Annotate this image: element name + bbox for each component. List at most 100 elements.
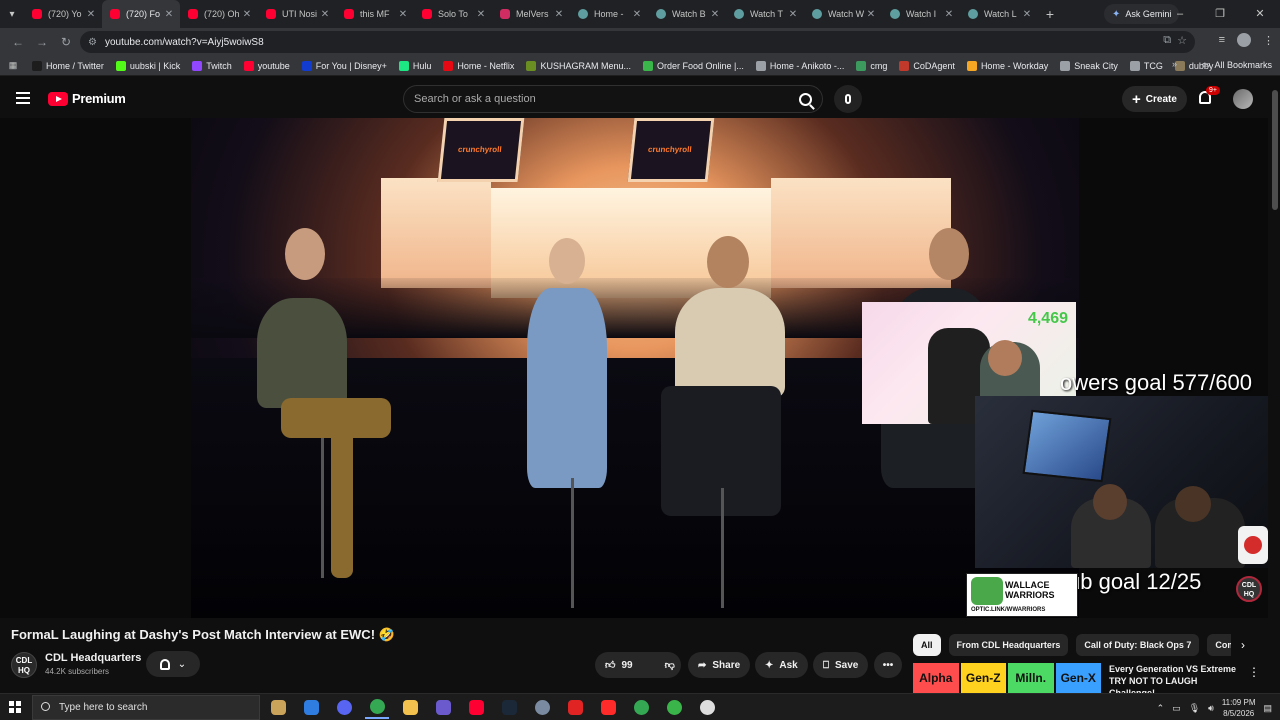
browser-tab[interactable]: (720) Oh ✕ [180,0,258,28]
volume-icon[interactable]: 🔊︎ [1208,703,1214,714]
youtube-premium-logo[interactable]: Premium [48,91,126,106]
tab-search-dropdown-icon[interactable]: ▾ [0,0,24,28]
apps-grid-icon[interactable]: ▦ [0,60,26,71]
search-input[interactable]: Search or ask a question [403,85,823,113]
ask-button[interactable]: ✦ Ask [755,652,808,678]
taskbar-app-button[interactable] [662,696,686,719]
bookmark-item[interactable]: Home - Netflix [437,60,520,71]
recommended-video-thumbnail[interactable]: Alpha Gen-Z Milln. Gen-X [913,663,1103,693]
clock[interactable]: 11:09 PM 8/5/2026 [1222,697,1256,719]
taskbar-search-input[interactable]: Type here to search [32,695,260,720]
taskbar-app-button[interactable] [332,696,356,719]
close-tab-icon[interactable]: ✕ [942,9,956,20]
taskbar-app-button[interactable] [497,696,521,719]
like-button[interactable]: 👍︎ 99 [595,652,643,678]
bookmark-item[interactable]: Sneak City [1054,60,1124,71]
media-controls-icon[interactable]: ≡ [1219,34,1225,46]
restore-icon[interactable]: ❐ [1200,0,1240,28]
close-tab-icon[interactable]: ✕ [396,9,410,20]
subscription-bell-button[interactable]: ⌄ [146,651,200,677]
close-tab-icon[interactable]: ✕ [474,9,488,20]
close-tab-icon[interactable]: ✕ [84,9,98,20]
bookmark-item[interactable]: Twitch [186,60,238,71]
bookmark-item[interactable]: Home - Anikoto -... [750,60,851,71]
bookmark-item[interactable]: TCG [1124,60,1169,71]
taskbar-app-button[interactable] [431,696,455,719]
close-tab-icon[interactable]: ✕ [318,9,332,20]
hamburger-menu-icon[interactable] [16,92,30,104]
close-tab-icon[interactable]: ✕ [630,9,644,20]
network-icon[interactable]: ▭ [1172,703,1181,714]
chevron-up-icon[interactable]: ⌃ [1157,703,1165,714]
taskbar-app-button[interactable] [266,696,290,719]
bookmark-item[interactable]: Home / Twitter [26,60,110,71]
bookmark-item[interactable]: KUSHAGRAM Menu... [520,60,637,71]
video-player[interactable]: crunchyroll crunchyroll 4,469 owers goal… [0,118,1268,618]
close-tab-icon[interactable]: ✕ [708,9,722,20]
microphone-tray-icon[interactable]: 🎙︎ [1189,703,1200,714]
create-button[interactable]: + Create [1122,86,1187,112]
install-app-icon[interactable]: ⧉ [1163,34,1171,47]
bookmark-item[interactable]: youtube [238,60,296,71]
taskbar-app-button[interactable] [464,696,488,719]
close-tab-icon[interactable]: ✕ [240,9,254,20]
bookmark-item[interactable]: cmg [850,60,893,71]
browser-tab[interactable]: UTI Nosi ✕ [258,0,336,28]
browser-tab[interactable]: Watch B ✕ [648,0,726,28]
minimize-icon[interactable]: – [1160,0,1200,28]
close-tab-icon[interactable]: ✕ [1020,9,1034,20]
taskbar-app-button[interactable] [398,696,422,719]
account-avatar[interactable] [1233,89,1253,109]
share-button[interactable]: ➦ Share [688,652,751,678]
browser-tab[interactable]: Watch W ✕ [804,0,882,28]
channel-avatar[interactable]: CDL HQ [11,652,37,678]
scrollbar-thumb[interactable] [1272,90,1278,210]
browser-tab[interactable]: Watch I ✕ [882,0,960,28]
close-window-icon[interactable]: ✕ [1240,0,1280,28]
chevron-right-icon[interactable]: › [1234,635,1252,655]
browser-tab[interactable]: Home - ✕ [570,0,648,28]
filter-chip[interactable]: Comedy [1207,634,1231,656]
profile-avatar-icon[interactable] [1237,33,1251,47]
close-tab-icon[interactable]: ✕ [864,9,878,20]
browser-tab[interactable]: (720) Fo ✕ [102,0,180,28]
taskbar-app-button[interactable] [629,696,653,719]
bookmarks-overflow-icon[interactable]: » [1172,59,1177,69]
more-actions-button[interactable]: ••• [874,652,902,678]
browser-tab[interactable]: Solo To ✕ [414,0,492,28]
voice-search-button[interactable] [834,85,862,113]
bookmark-item[interactable]: Hulu [393,60,438,71]
save-button[interactable]: ⎕ Save [813,652,869,678]
taskbar-app-button[interactable] [365,696,389,719]
site-info-icon[interactable]: ⚙ [88,37,97,48]
close-tab-icon[interactable]: ✕ [552,9,566,20]
taskbar-app-button[interactable] [695,696,719,719]
taskbar-app-button[interactable] [299,696,323,719]
browser-tab[interactable]: this MF ✕ [336,0,414,28]
filter-chip[interactable]: All [913,634,941,656]
bookmark-item[interactable]: For You | Disney+ [296,60,393,71]
bookmark-item[interactable]: CoDAgent [893,60,961,71]
bookmark-item[interactable]: Home - Workday [961,60,1054,71]
all-bookmarks-button[interactable]: ▭ All Bookmarks [1202,59,1272,70]
taskbar-app-button[interactable] [563,696,587,719]
browser-tab[interactable]: Watch L ✕ [960,0,1038,28]
windows-start-icon[interactable] [9,701,21,713]
channel-name[interactable]: CDL Headquarters [45,652,141,664]
bookmark-item[interactable]: Order Food Online |... [637,60,750,71]
dislike-button[interactable]: 👎︎ [655,652,685,678]
browser-tab[interactable]: Watch T ✕ [726,0,804,28]
taskbar-app-button[interactable] [596,696,620,719]
browser-tab[interactable]: MelVers ✕ [492,0,570,28]
address-bar[interactable]: ⚙ youtube.com/watch?v=Aiyj5woiwS8 ⧉ ☆ [80,31,1195,53]
chrome-menu-icon[interactable]: ⋮ [1263,34,1274,47]
page-scrollbar[interactable] [1270,80,1280,692]
close-tab-icon[interactable]: ✕ [786,9,800,20]
back-icon[interactable]: ← [6,35,30,49]
close-tab-icon[interactable]: ✕ [162,9,176,20]
search-button[interactable] [792,86,818,112]
bookmark-star-icon[interactable]: ☆ [1177,34,1187,47]
browser-tab[interactable]: (720) Yo ✕ [24,0,102,28]
taskbar-app-button[interactable] [530,696,554,719]
reload-icon[interactable]: ↻ [54,35,78,49]
